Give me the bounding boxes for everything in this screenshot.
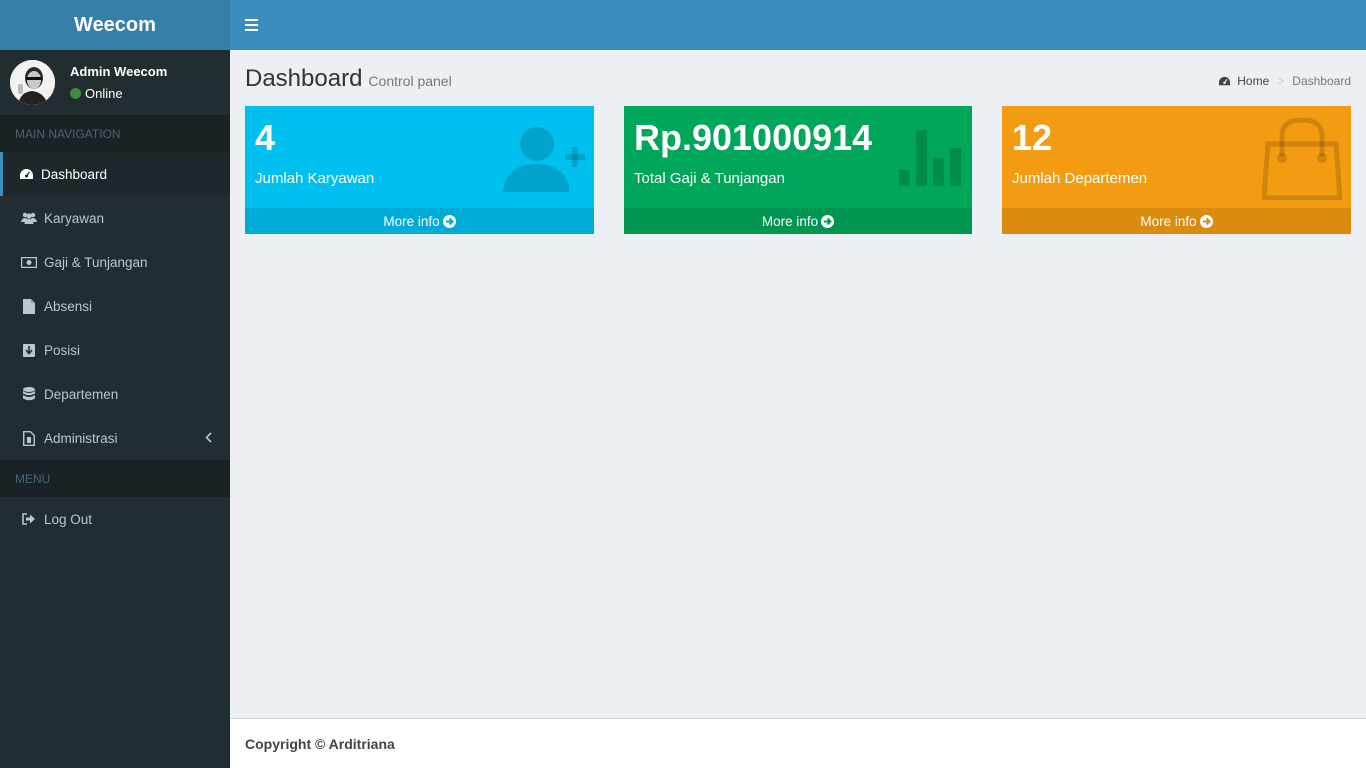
box-body: 4 Jumlah Karyawan — [245, 106, 594, 208]
users-icon — [21, 210, 37, 226]
money-icon — [21, 254, 37, 270]
bar-chart-icon — [899, 130, 963, 191]
sidebar-item-dashboard[interactable]: Dashboard — [0, 152, 230, 196]
sidebar-item-label: Karyawan — [44, 210, 105, 226]
copyright-text: Copyright © Arditriana — [245, 735, 395, 752]
breadcrumb-current: Dashboard — [1292, 74, 1351, 88]
menu-toggle-icon[interactable] — [245, 19, 258, 31]
sidebar-item-gaji[interactable]: Gaji & Tunjangan — [0, 240, 230, 284]
arrow-circle-right-icon — [442, 214, 456, 228]
sidebar-item-departemen[interactable]: Departemen — [0, 372, 230, 416]
more-info-label: More info — [761, 213, 819, 229]
page-title: Dashboard Control panel — [245, 65, 452, 93]
box-body: 12 Jumlah Departemen — [1002, 106, 1351, 208]
sidebar-item-label: Administrasi — [44, 430, 118, 446]
avatar — [10, 60, 55, 105]
sidebar-item-label: Dashboard — [41, 166, 108, 182]
more-info-label: More info — [383, 213, 440, 229]
main-content: Dashboard Control panel Home > Dashboard … — [230, 50, 1366, 718]
online-status-icon — [70, 88, 81, 99]
stat-box-departemen: 12 Jumlah Departemen More info — [1002, 106, 1351, 234]
file-document-icon — [21, 430, 37, 446]
sidebar-item-label: Posisi — [44, 342, 81, 358]
box-body: Rp.901000914 Total Gaji & Tunjangan — [624, 106, 972, 208]
user-name: Admin Weecom — [70, 64, 168, 79]
arrow-circle-right-icon — [1199, 214, 1213, 228]
top-navbar — [230, 0, 1366, 50]
more-info-link[interactable]: More info — [1002, 208, 1351, 234]
user-status-label: Online — [85, 86, 123, 101]
user-panel: Admin Weecom Online — [0, 50, 230, 115]
shopping-bag-icon — [1261, 117, 1343, 205]
breadcrumb: Home > Dashboard — [1218, 74, 1351, 88]
sidebar-item-label: Departemen — [44, 386, 119, 402]
more-info-link[interactable]: More info — [624, 208, 972, 234]
more-info-link[interactable]: More info — [245, 208, 594, 234]
stat-box-gaji: Rp.901000914 Total Gaji & Tunjangan More… — [624, 106, 972, 234]
download-icon — [21, 342, 37, 358]
sidebar-item-posisi[interactable]: Posisi — [0, 328, 230, 372]
sidebar-item-label: Absensi — [44, 298, 93, 314]
sidebar: Weecom Admin Weecom Online MAIN NAVIGATI… — [0, 0, 230, 768]
sidebar-item-logout[interactable]: Log Out — [0, 497, 230, 541]
sidebar-item-label: Log Out — [44, 511, 93, 527]
page-footer: Copyright © Arditriana — [230, 718, 1366, 768]
dashboard-icon — [18, 166, 34, 182]
arrow-circle-right-icon — [821, 214, 835, 228]
sidebar-item-administrasi[interactable]: Administrasi — [0, 416, 230, 460]
sign-out-icon — [21, 511, 37, 527]
sidebar-item-karyawan[interactable]: Karyawan — [0, 196, 230, 240]
chevron-left-icon — [205, 431, 212, 446]
stat-box-karyawan: 4 Jumlah Karyawan More info — [245, 106, 594, 234]
user-plus-icon — [503, 124, 585, 199]
more-info-label: More info — [1140, 213, 1197, 229]
dashboard-icon — [1218, 76, 1231, 87]
sidebar-item-label: Gaji & Tunjangan — [44, 254, 148, 270]
breadcrumb-home[interactable]: Home — [1237, 74, 1269, 88]
file-icon — [21, 298, 37, 314]
nav-header-menu: MENU — [0, 460, 230, 497]
page-subtitle: Control panel — [368, 73, 452, 89]
sidebar-item-absensi[interactable]: Absensi — [0, 284, 230, 328]
nav-header-main: MAIN NAVIGATION — [0, 115, 230, 152]
page-title-text: Dashboard — [245, 65, 363, 92]
app-logo[interactable]: Weecom — [0, 0, 230, 50]
database-icon — [21, 386, 37, 402]
user-status: Online — [70, 86, 167, 101]
breadcrumb-separator: > — [1277, 74, 1285, 88]
